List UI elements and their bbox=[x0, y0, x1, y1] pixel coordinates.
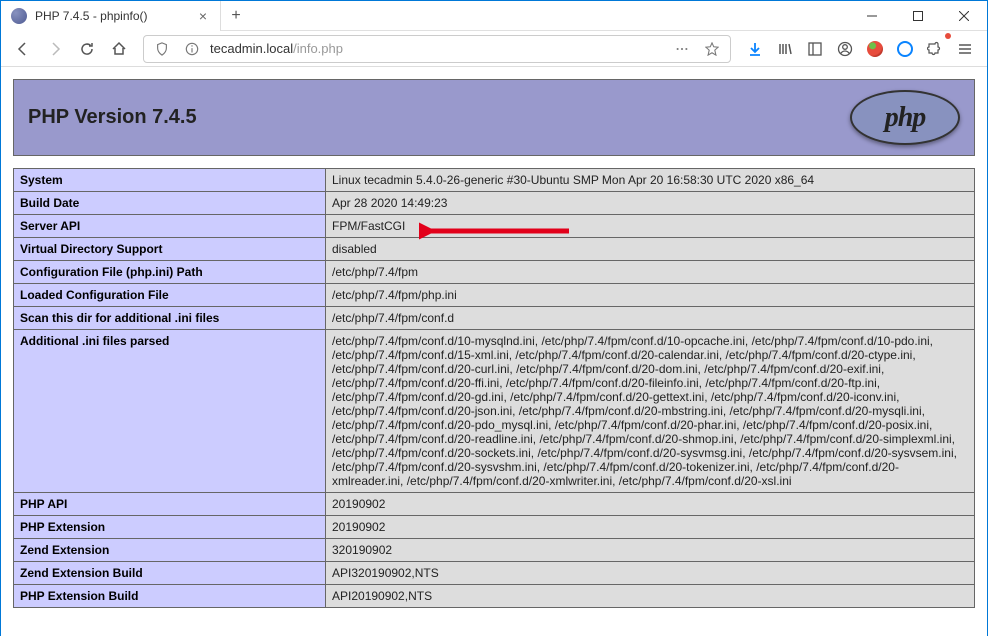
reload-button[interactable] bbox=[73, 35, 101, 63]
info-value: API320190902,NTS bbox=[326, 562, 975, 585]
favicon-icon bbox=[11, 8, 27, 24]
table-row: PHP Extension20190902 bbox=[14, 516, 975, 539]
info-key: PHP Extension bbox=[14, 516, 326, 539]
table-row: SystemLinux tecadmin 5.4.0-26-generic #3… bbox=[14, 169, 975, 192]
browser-extension-1-icon[interactable] bbox=[861, 35, 889, 63]
shield-icon[interactable] bbox=[150, 37, 174, 61]
table-row: Additional .ini files parsed/etc/php/7.4… bbox=[14, 330, 975, 493]
info-value: /etc/php/7.4/fpm/conf.d bbox=[326, 307, 975, 330]
info-value: Linux tecadmin 5.4.0-26-generic #30-Ubun… bbox=[326, 169, 975, 192]
url-more-icon[interactable] bbox=[670, 37, 694, 61]
info-key: Scan this dir for additional .ini files bbox=[14, 307, 326, 330]
info-value: Apr 28 2020 14:49:23 bbox=[326, 192, 975, 215]
info-value: 20190902 bbox=[326, 516, 975, 539]
maximize-button[interactable] bbox=[895, 1, 941, 30]
info-icon[interactable] bbox=[180, 37, 204, 61]
menu-button[interactable] bbox=[951, 35, 979, 63]
table-row: Zend Extension320190902 bbox=[14, 539, 975, 562]
close-window-button[interactable] bbox=[941, 1, 987, 30]
phpinfo-header: PHP Version 7.4.5 php bbox=[13, 79, 975, 156]
php-logo-icon: php bbox=[850, 90, 960, 145]
browser-tab[interactable]: PHP 7.4.5 - phpinfo() × bbox=[1, 1, 221, 31]
info-value: /etc/php/7.4/fpm/conf.d/10-mysqlnd.ini, … bbox=[326, 330, 975, 493]
table-row: Scan this dir for additional .ini files/… bbox=[14, 307, 975, 330]
table-row: Loaded Configuration File/etc/php/7.4/fp… bbox=[14, 284, 975, 307]
window-controls bbox=[849, 1, 987, 30]
library-button[interactable] bbox=[771, 35, 799, 63]
home-button[interactable] bbox=[105, 35, 133, 63]
info-key: Additional .ini files parsed bbox=[14, 330, 326, 493]
info-key: Configuration File (php.ini) Path bbox=[14, 261, 326, 284]
info-key: Zend Extension Build bbox=[14, 562, 326, 585]
info-key: Loaded Configuration File bbox=[14, 284, 326, 307]
info-key: PHP API bbox=[14, 493, 326, 516]
table-row: Virtual Directory Supportdisabled bbox=[14, 238, 975, 261]
info-key: Virtual Directory Support bbox=[14, 238, 326, 261]
table-row: Server APIFPM/FastCGI bbox=[14, 215, 975, 238]
browser-extension-2-icon[interactable] bbox=[891, 35, 919, 63]
bookmark-star-icon[interactable] bbox=[700, 37, 724, 61]
sidebar-button[interactable] bbox=[801, 35, 829, 63]
info-key: Zend Extension bbox=[14, 539, 326, 562]
info-key: System bbox=[14, 169, 326, 192]
info-value: 20190902 bbox=[326, 493, 975, 516]
info-value: FPM/FastCGI bbox=[326, 215, 975, 238]
page-title: PHP Version 7.4.5 bbox=[28, 106, 197, 129]
account-button[interactable] bbox=[831, 35, 859, 63]
info-value: disabled bbox=[326, 238, 975, 261]
page-content[interactable]: PHP Version 7.4.5 php SystemLinux tecadm… bbox=[1, 67, 987, 637]
downloads-button[interactable] bbox=[741, 35, 769, 63]
back-button[interactable] bbox=[9, 35, 37, 63]
table-row: Build DateApr 28 2020 14:49:23 bbox=[14, 192, 975, 215]
table-row: Configuration File (php.ini) Path/etc/ph… bbox=[14, 261, 975, 284]
info-value: /etc/php/7.4/fpm bbox=[326, 261, 975, 284]
tab-title: PHP 7.4.5 - phpinfo() bbox=[35, 9, 188, 23]
info-value: API20190902,NTS bbox=[326, 585, 975, 608]
window-titlebar: PHP 7.4.5 - phpinfo() × + bbox=[1, 1, 987, 31]
info-value: 320190902 bbox=[326, 539, 975, 562]
table-row: Zend Extension BuildAPI320190902,NTS bbox=[14, 562, 975, 585]
url-text: tecadmin.local/info.php bbox=[210, 41, 664, 56]
new-tab-button[interactable]: + bbox=[221, 1, 251, 30]
info-key: PHP Extension Build bbox=[14, 585, 326, 608]
close-tab-icon[interactable]: × bbox=[196, 9, 210, 23]
addons-button[interactable] bbox=[921, 35, 949, 63]
table-row: PHP API20190902 bbox=[14, 493, 975, 516]
info-key: Server API bbox=[14, 215, 326, 238]
info-key: Build Date bbox=[14, 192, 326, 215]
browser-toolbar: tecadmin.local/info.php bbox=[1, 31, 987, 67]
phpinfo-table: SystemLinux tecadmin 5.4.0-26-generic #3… bbox=[13, 168, 975, 608]
info-value: /etc/php/7.4/fpm/php.ini bbox=[326, 284, 975, 307]
minimize-button[interactable] bbox=[849, 1, 895, 30]
table-row: PHP Extension BuildAPI20190902,NTS bbox=[14, 585, 975, 608]
address-bar[interactable]: tecadmin.local/info.php bbox=[143, 35, 731, 63]
forward-button[interactable] bbox=[41, 35, 69, 63]
